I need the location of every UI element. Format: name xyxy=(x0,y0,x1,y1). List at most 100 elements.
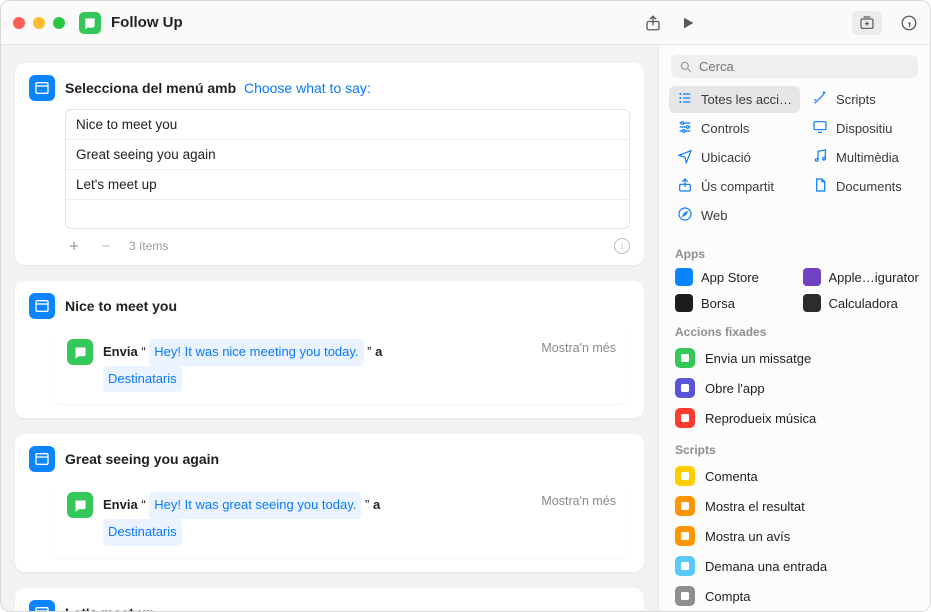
choose-title: Selecciona del menú amb Choose what to s… xyxy=(65,80,371,96)
messages-app-icon xyxy=(67,492,93,518)
action-item[interactable]: Envia un missatge xyxy=(669,343,920,373)
close-window-button[interactable] xyxy=(13,17,25,29)
action-info-icon[interactable]: i xyxy=(614,238,630,254)
window-title: Follow Up xyxy=(111,14,183,31)
section-scripts: Scripts xyxy=(659,433,930,461)
search-icon xyxy=(679,60,693,74)
action-label: Mostra el resultat xyxy=(705,499,805,514)
category-item[interactable]: Dispositiu xyxy=(804,115,920,142)
branch-title: Nice to meet you xyxy=(65,298,177,314)
scripts-actions-list: Comenta Mostra el resultat Mostra un avísD… xyxy=(659,461,930,611)
app-item[interactable]: Calculadora xyxy=(797,291,921,315)
app-item[interactable]: Apple…igurator xyxy=(797,265,921,289)
category-label: Ubicació xyxy=(701,150,751,165)
action-item[interactable]: Obre l'app xyxy=(669,373,920,403)
list-icon xyxy=(677,90,693,109)
action-icon xyxy=(675,526,695,546)
menu-item-empty[interactable] xyxy=(66,200,629,228)
app-item[interactable]: Borsa xyxy=(669,291,793,315)
category-item[interactable]: Totes les acci… xyxy=(669,86,800,113)
minimize-window-button[interactable] xyxy=(33,17,45,29)
window-controls xyxy=(13,17,65,29)
category-item[interactable]: Scripts xyxy=(804,86,920,113)
action-icon xyxy=(675,586,695,606)
category-label: Dispositiu xyxy=(836,121,892,136)
display-icon xyxy=(812,119,828,138)
show-more-button[interactable]: Mostra'n més xyxy=(541,339,616,355)
app-label: App Store xyxy=(701,270,759,285)
choose-from-menu-action[interactable]: Selecciona del menú amb Choose what to s… xyxy=(15,63,644,265)
zoom-window-button[interactable] xyxy=(53,17,65,29)
category-label: Totes les acci… xyxy=(701,92,792,107)
library-icon[interactable] xyxy=(852,11,882,35)
branch-title: Great seeing you again xyxy=(65,451,219,467)
music-icon xyxy=(812,148,828,167)
action-item[interactable]: Mostra el resultat xyxy=(669,491,920,521)
category-label: Web xyxy=(701,208,728,223)
show-more-button[interactable]: Mostra'n més xyxy=(541,492,616,508)
branch-title: Let's meet up xyxy=(65,605,155,611)
menu-action-icon xyxy=(29,293,55,319)
search-field[interactable] xyxy=(671,55,918,78)
send-prefix: Envia xyxy=(103,497,138,512)
wand-icon xyxy=(812,90,828,109)
category-item[interactable]: Ús compartit xyxy=(669,173,800,200)
action-item[interactable]: Reprodueix música xyxy=(669,403,920,433)
app-label: Apple…igurator xyxy=(829,270,919,285)
search-input[interactable] xyxy=(699,59,910,74)
menu-item[interactable]: Great seeing you again xyxy=(66,140,629,170)
send-message-action[interactable]: Envia “ Hey! It was nice meeting you tod… xyxy=(53,327,630,404)
send-message-action[interactable]: Envia “ Hey! It was great seeing you tod… xyxy=(53,480,630,557)
action-label: Comenta xyxy=(705,469,758,484)
app-icon xyxy=(803,268,821,286)
category-label: Scripts xyxy=(836,92,876,107)
category-item[interactable]: Web xyxy=(669,202,800,229)
menu-branch[interactable]: Let's meet up xyxy=(15,588,644,611)
action-icon xyxy=(675,466,695,486)
category-label: Ús compartit xyxy=(701,179,774,194)
choose-prompt-token[interactable]: Choose what to say: xyxy=(244,80,371,96)
category-label: Documents xyxy=(836,179,902,194)
recipients-token[interactable]: Destinataris xyxy=(103,519,182,546)
run-icon[interactable] xyxy=(680,15,696,31)
action-item[interactable]: Comenta xyxy=(669,461,920,491)
share-icon xyxy=(677,177,693,196)
apps-grid: App Store Apple…igurator Borsa Calculadora xyxy=(659,265,930,315)
message-token[interactable]: Hey! It was great seeing you today. xyxy=(149,492,361,519)
category-item[interactable]: Controls xyxy=(669,115,800,142)
share-icon[interactable] xyxy=(644,14,662,32)
category-item[interactable]: Ubicació xyxy=(669,144,800,171)
shortcut-app-icon xyxy=(79,12,101,34)
action-item[interactable]: Demana una entrada xyxy=(669,551,920,581)
titlebar: Follow Up xyxy=(1,1,930,45)
action-item[interactable]: Mostra un avís xyxy=(669,521,920,551)
menu-branch[interactable]: Nice to meet you Envia “ Hey! It was nic… xyxy=(15,281,644,418)
menu-item[interactable]: Nice to meet you xyxy=(66,110,629,140)
action-item[interactable]: Compta xyxy=(669,581,920,611)
app-icon xyxy=(803,294,821,312)
action-icon xyxy=(675,408,695,428)
doc-icon xyxy=(812,177,828,196)
menu-action-icon xyxy=(29,446,55,472)
recipients-token[interactable]: Destinataris xyxy=(103,366,182,393)
menu-branch[interactable]: Great seeing you again Envia “ Hey! It w… xyxy=(15,434,644,571)
add-item-button[interactable] xyxy=(65,237,83,255)
choose-prefix: Selecciona del menú amb xyxy=(65,80,236,96)
category-item[interactable]: Documents xyxy=(804,173,920,200)
action-label: Reprodueix música xyxy=(705,411,816,426)
section-pinned: Accions fixades xyxy=(659,315,930,343)
menu-item[interactable]: Let's meet up xyxy=(66,170,629,200)
location-icon xyxy=(677,148,693,167)
send-prefix: Envia xyxy=(103,344,138,359)
actions-sidebar: Totes les acci… Scripts Controls Dispositiu… xyxy=(658,45,930,611)
info-icon[interactable] xyxy=(900,14,918,32)
app-item[interactable]: App Store xyxy=(669,265,793,289)
remove-item-button[interactable] xyxy=(97,237,115,255)
item-count-label: 3 ítems xyxy=(129,239,168,253)
action-label: Compta xyxy=(705,589,751,604)
app-label: Borsa xyxy=(701,296,735,311)
app-icon xyxy=(675,294,693,312)
menu-items-list: Nice to meet you Great seeing you again … xyxy=(65,109,630,229)
category-item[interactable]: Multimèdia xyxy=(804,144,920,171)
message-token[interactable]: Hey! It was nice meeting you today. xyxy=(149,339,363,366)
